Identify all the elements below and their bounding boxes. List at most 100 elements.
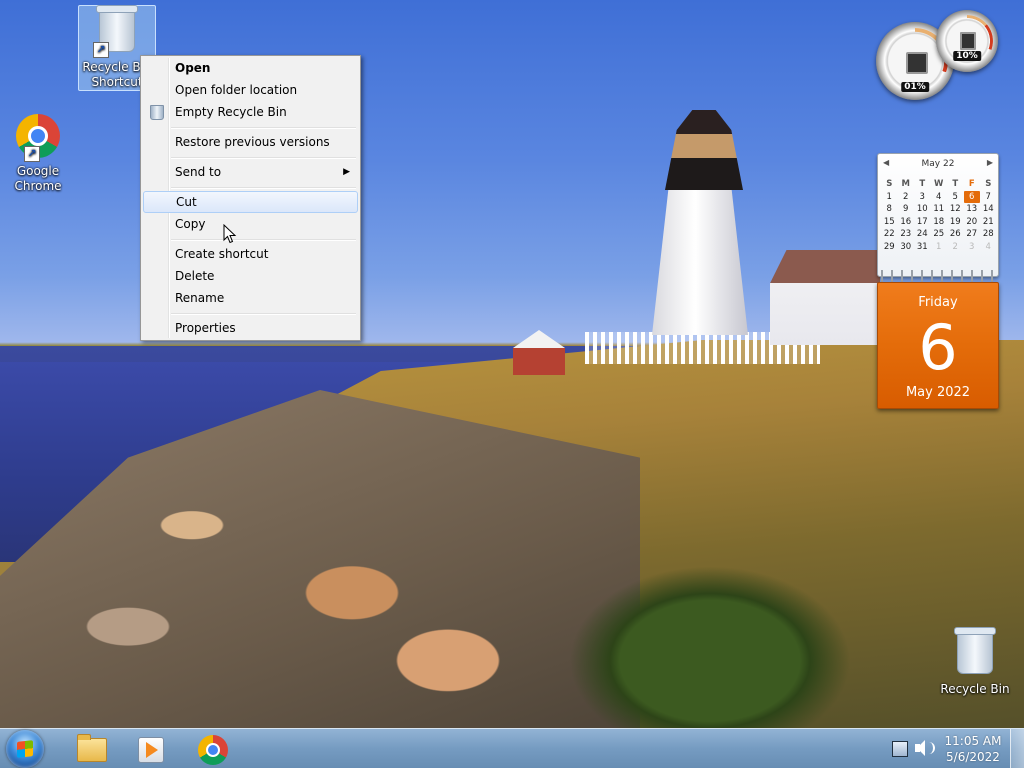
calendar-day[interactable]: 21 xyxy=(980,216,997,229)
menu-item-copy[interactable]: Copy xyxy=(143,213,358,235)
chrome-icon: ↗ xyxy=(14,114,62,162)
calendar-day[interactable]: 12 xyxy=(947,203,964,216)
calendar-week-row: 29 30 31 1 2 3 4 xyxy=(881,241,997,254)
weekday-header: F xyxy=(968,179,975,189)
calendar-day[interactable]: 23 xyxy=(898,228,915,241)
menu-item-label: Delete xyxy=(175,269,215,283)
windows-media-player-icon xyxy=(138,737,164,763)
calendar-day[interactable]: 13 xyxy=(964,203,981,216)
recycle-bin-icon xyxy=(150,105,164,120)
menu-item-open-folder-location[interactable]: Open folder location xyxy=(143,79,358,101)
calendar-day[interactable]: 26 xyxy=(947,228,964,241)
calendar-day[interactable]: 5 xyxy=(947,191,964,204)
taskbar-explorer-button[interactable] xyxy=(62,732,116,766)
calendar-day[interactable]: 16 xyxy=(898,216,915,229)
menu-separator xyxy=(171,127,356,129)
menu-item-send-to[interactable]: Send to ▶ xyxy=(143,161,358,183)
calendar-day[interactable]: 4 xyxy=(931,191,948,204)
memory-meter-gadget[interactable]: 10% xyxy=(936,10,998,72)
taskbar-clock[interactable]: 11:05 AM 5/6/2022 xyxy=(940,733,1006,765)
taskbar-media-player-button[interactable] xyxy=(122,732,176,766)
cpu-percent: 01% xyxy=(901,82,929,92)
taskbar-chrome-button[interactable] xyxy=(185,732,239,766)
calendar-week-row: 8 9 10 11 12 13 14 xyxy=(881,203,997,216)
calendar-day[interactable]: 2 xyxy=(898,191,915,204)
calendar-day[interactable]: 15 xyxy=(881,216,898,229)
calendar-day[interactable]: 31 xyxy=(914,241,931,254)
calendar-grid: S M T W T F S 1 2 3 4 5 6 7 8 9 10 11 12… xyxy=(881,178,997,253)
calendar-day-today[interactable]: 6 xyxy=(963,190,980,203)
calendar-day[interactable]: 18 xyxy=(931,216,948,229)
calendar-week-row: 15 16 17 18 19 20 21 xyxy=(881,216,997,229)
menu-item-restore-previous-versions[interactable]: Restore previous versions xyxy=(143,131,358,153)
calendar-day[interactable]: 28 xyxy=(980,228,997,241)
calendar-next-icon[interactable]: ▶ xyxy=(987,158,993,167)
calendar-day[interactable]: 20 xyxy=(964,216,981,229)
calendar-day[interactable]: 14 xyxy=(980,203,997,216)
calendar-day[interactable]: 19 xyxy=(947,216,964,229)
calendar-day[interactable]: 11 xyxy=(931,203,948,216)
menu-item-delete[interactable]: Delete xyxy=(143,265,358,287)
desktop-icon-label: Google xyxy=(16,164,60,178)
menu-separator xyxy=(171,157,356,159)
weekday-header: W xyxy=(934,179,944,189)
shortcut-arrow-icon: ↗ xyxy=(93,42,109,58)
calendar-day[interactable]: 25 xyxy=(931,228,948,241)
menu-item-label: Open folder location xyxy=(175,83,298,97)
network-icon[interactable] xyxy=(892,741,908,757)
start-button[interactable] xyxy=(6,730,44,768)
menu-item-label: Cut xyxy=(176,195,197,209)
menu-item-label: Empty Recycle Bin xyxy=(175,105,287,119)
cpu-chip-icon xyxy=(906,52,928,74)
menu-item-rename[interactable]: Rename xyxy=(143,287,358,309)
menu-item-label: Open xyxy=(175,61,211,75)
menu-item-label: Properties xyxy=(175,321,236,335)
calendar-day[interactable]: 3 xyxy=(914,191,931,204)
menu-item-open[interactable]: Open xyxy=(143,57,358,79)
calendar-week-row: 1 2 3 4 5 6 7 xyxy=(881,190,997,204)
calendar-day[interactable]: 27 xyxy=(964,228,981,241)
clock-date: 5/6/2022 xyxy=(946,750,1000,764)
menu-item-cut[interactable]: Cut xyxy=(143,191,358,213)
calendar-day[interactable]: 7 xyxy=(980,191,997,204)
desktop-icon-recycle-bin[interactable]: Recycle Bin xyxy=(937,627,1013,697)
show-desktop-button[interactable] xyxy=(1010,729,1024,768)
menu-separator xyxy=(171,187,356,189)
calendar-day[interactable]: 24 xyxy=(914,228,931,241)
desktop-icon-label: Chrome xyxy=(14,179,62,193)
calendar-day-name: Friday xyxy=(918,295,958,310)
calendar-day[interactable]: 8 xyxy=(881,203,898,216)
memory-chip-icon xyxy=(960,32,976,50)
calendar-day-next-month[interactable]: 4 xyxy=(980,241,997,254)
calendar-day[interactable]: 1 xyxy=(881,191,898,204)
calendar-day[interactable]: 9 xyxy=(898,203,915,216)
menu-item-create-shortcut[interactable]: Create shortcut xyxy=(143,243,358,265)
calendar-gadget-day[interactable]: Friday 6 May 2022 xyxy=(877,282,999,409)
menu-item-properties[interactable]: Properties xyxy=(143,317,358,339)
clock-time: 11:05 AM xyxy=(944,734,1002,748)
desktop-icon-google-chrome[interactable]: ↗ Google Chrome xyxy=(0,110,76,194)
calendar-day[interactable]: 29 xyxy=(881,241,898,254)
calendar-day-next-month[interactable]: 3 xyxy=(964,241,981,254)
calendar-day[interactable]: 30 xyxy=(898,241,915,254)
weekday-header: S xyxy=(985,179,992,189)
calendar-day-next-month[interactable]: 1 xyxy=(931,241,948,254)
calendar-day[interactable]: 17 xyxy=(914,216,931,229)
shortcut-arrow-icon: ↗ xyxy=(24,146,40,162)
calendar-gadget-month[interactable]: ◀ May 22 ▶ S M T W T F S 1 2 3 4 5 6 7 8… xyxy=(877,153,999,277)
menu-separator xyxy=(171,239,356,241)
wallpaper-bush xyxy=(560,560,860,728)
calendar-day-number: 6 xyxy=(918,311,958,384)
calendar-day[interactable]: 22 xyxy=(881,228,898,241)
weekday-header: T xyxy=(919,179,926,189)
menu-item-label: Restore previous versions xyxy=(175,135,330,149)
windows-logo-icon xyxy=(17,740,33,758)
menu-item-label: Create shortcut xyxy=(175,247,269,261)
calendar-weekday-row: S M T W T F S xyxy=(881,178,997,191)
menu-item-label: Copy xyxy=(175,217,206,231)
calendar-day[interactable]: 10 xyxy=(914,203,931,216)
menu-item-empty-recycle-bin[interactable]: Empty Recycle Bin xyxy=(143,101,358,123)
calendar-day-next-month[interactable]: 2 xyxy=(947,241,964,254)
context-menu: Open Open folder location Empty Recycle … xyxy=(140,55,361,341)
calendar-month-header: May 22 xyxy=(921,159,955,169)
